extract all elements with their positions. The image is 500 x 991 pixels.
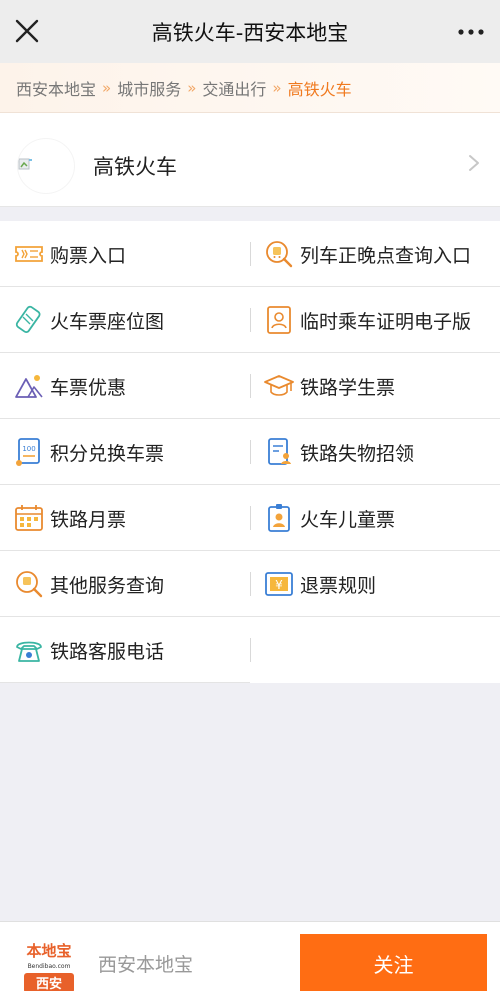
- service-row: 火车票座位图 临时乘车证明电子版: [0, 287, 500, 353]
- service-row: 100 积分兑换车票 铁路失物招领: [0, 419, 500, 485]
- service-label: 购票入口: [50, 244, 127, 267]
- service-row: 车票优惠 铁路学生票: [0, 353, 500, 419]
- service-item-train-delay[interactable]: 列车正晚点查询入口: [250, 221, 500, 287]
- svg-text:¥: ¥: [275, 578, 283, 592]
- service-label: 铁路失物招领: [300, 442, 415, 465]
- chevron-right-icon: [469, 155, 479, 171]
- service-item-other-services[interactable]: 其他服务查询: [0, 551, 250, 617]
- service-label: 火车票座位图: [50, 310, 165, 333]
- service-item-ticket-discount[interactable]: 车票优惠: [0, 353, 250, 419]
- graduation-cap-icon: [264, 375, 294, 396]
- breadcrumb-item-city-services[interactable]: 城市服务: [117, 76, 181, 100]
- service-row: 其他服务查询 ¥ 退票规则: [0, 551, 500, 617]
- service-label: 火车儿童票: [300, 508, 396, 531]
- service-label: 其他服务查询: [50, 574, 165, 597]
- yuan-icon: ¥: [265, 572, 293, 596]
- breadcrumb-separator: »: [187, 78, 197, 97]
- logo-domain: Bendibao.com: [28, 963, 71, 970]
- service-item-refund-rules[interactable]: ¥ 退票规则: [250, 551, 500, 617]
- service-item-empty: [250, 617, 500, 683]
- service-label: 临时乘车证明电子版: [300, 310, 472, 333]
- service-item-temporary-pass[interactable]: 临时乘车证明电子版: [250, 287, 500, 353]
- service-label: 积分兑换车票: [50, 442, 165, 465]
- calendar-icon: [15, 505, 43, 531]
- service-row: 购票入口 列车正晚点查询入口: [0, 221, 500, 287]
- ticket-icon: [15, 246, 43, 262]
- badge-person-icon: [268, 504, 290, 532]
- service-item-seat-map[interactable]: 火车票座位图: [0, 287, 250, 353]
- mountain-sun-icon: [15, 375, 43, 398]
- service-item-buy-ticket[interactable]: 购票入口: [0, 221, 250, 287]
- breadcrumb-item-home[interactable]: 西安本地宝: [16, 76, 96, 100]
- service-item-points-exchange[interactable]: 100 积分兑换车票: [0, 419, 250, 485]
- phone-icon: [16, 641, 42, 662]
- search-magnify-icon: [16, 571, 43, 598]
- service-label: 退票规则: [300, 574, 377, 597]
- service-item-student-ticket[interactable]: 铁路学生票: [250, 353, 500, 419]
- breadcrumb: 西安本地宝 » 城市服务 » 交通出行 » 高铁火车: [0, 63, 500, 113]
- service-label: 车票优惠: [50, 376, 127, 399]
- search-train-icon: [266, 241, 293, 268]
- breadcrumb-separator: »: [272, 78, 282, 97]
- category-title: 高铁火车: [93, 155, 177, 179]
- follow-button[interactable]: 关注: [300, 934, 487, 991]
- service-row: 铁路月票 火车儿童票: [0, 485, 500, 551]
- seat-map-icon: [15, 305, 41, 333]
- brand-logo: 本地宝 Bendibao.com 西安: [17, 931, 81, 991]
- service-item-lost-found[interactable]: 铁路失物招领: [250, 419, 500, 485]
- logo-city: 西安: [36, 976, 62, 991]
- more-icon[interactable]: [456, 22, 486, 42]
- title-bar: 高铁火车-西安本地宝: [0, 0, 500, 63]
- close-icon[interactable]: [14, 18, 40, 44]
- points-100-icon: 100: [16, 438, 40, 466]
- svg-text:100: 100: [22, 445, 35, 453]
- service-item-customer-hotline[interactable]: 铁路客服电话: [0, 617, 250, 683]
- breadcrumb-separator: »: [102, 78, 112, 97]
- follow-bar: 本地宝 Bendibao.com 西安 西安本地宝 关注: [0, 921, 500, 991]
- service-row: 铁路客服电话: [0, 617, 500, 683]
- category-header[interactable]: 高铁火车: [0, 113, 500, 207]
- logo-text: 本地宝: [26, 942, 71, 960]
- account-name: 西安本地宝: [98, 954, 194, 976]
- service-label: 铁路月票: [50, 508, 127, 531]
- service-item-monthly-ticket[interactable]: 铁路月票: [0, 485, 250, 551]
- service-label: 铁路客服电话: [50, 640, 165, 663]
- service-label: 铁路学生票: [300, 376, 396, 399]
- breadcrumb-item-transport[interactable]: 交通出行: [202, 76, 266, 100]
- page-title: 高铁火车-西安本地宝: [151, 20, 349, 45]
- document-person-icon: [268, 438, 291, 465]
- service-grid: 购票入口 列车正晚点查询入口 火车票座位图 临时乘车证明电子版 车票优惠 铁路学…: [0, 221, 500, 683]
- id-person-icon: [267, 306, 291, 334]
- breadcrumb-item-current: 高铁火车: [287, 79, 352, 99]
- broken-image-icon: [18, 139, 74, 193]
- service-item-child-ticket[interactable]: 火车儿童票: [250, 485, 500, 551]
- service-label: 列车正晚点查询入口: [300, 244, 472, 267]
